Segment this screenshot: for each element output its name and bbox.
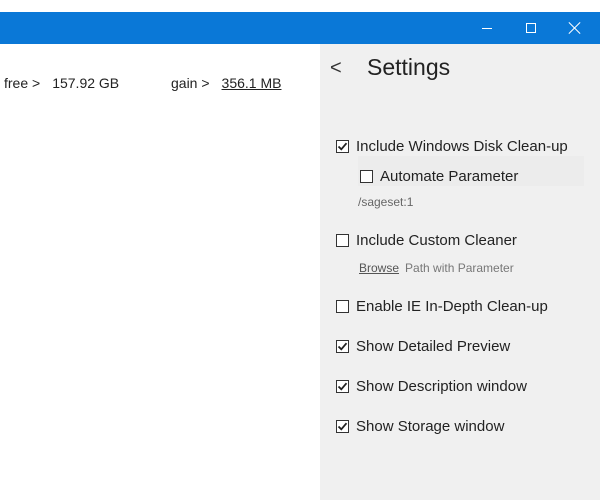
minimize-button[interactable] [464,12,510,44]
option-label: Include Custom Cleaner [356,232,517,249]
sageset-parameter: /sageset:1 [358,195,414,209]
main-panel: free > 157.92 GB gain > 356.1 MB [0,44,320,500]
path-hint: Path with Parameter [405,261,514,275]
free-space-stat: free > 157.92 GB [4,75,119,91]
browse-link[interactable]: Browse [359,261,399,275]
option-storage-window[interactable]: Show Storage window [336,418,504,435]
checkbox[interactable] [336,300,349,313]
option-label: Show Detailed Preview [356,338,511,355]
option-description-window[interactable]: Show Description window [336,378,527,395]
checkbox[interactable] [360,170,373,183]
gain-stat: gain > 356.1 MB [171,75,281,91]
close-button[interactable] [552,12,598,44]
gain-label: gain > [171,75,210,91]
custom-cleaner-path-row: Browse Path with Parameter [359,261,514,275]
option-label: Show Storage window [356,418,505,435]
option-detailed-preview[interactable]: Show Detailed Preview [336,338,510,355]
app-window: free > 157.92 GB gain > 356.1 MB < Setti… [0,12,600,500]
free-value: 157.92 GB [52,75,120,91]
checkbox[interactable] [336,340,349,353]
option-automate-parameter[interactable]: Automate Parameter [360,168,518,185]
option-windows-disk-cleanup[interactable]: Include Windows Disk Clean-up [336,138,568,155]
minimize-icon [482,27,492,29]
maximize-icon [526,23,536,33]
option-label: Include Windows Disk Clean-up [356,138,568,155]
back-button[interactable]: < [330,56,350,80]
option-custom-cleaner[interactable]: Include Custom Cleaner [336,232,517,249]
option-label: Enable IE In-Depth Clean-up [356,298,548,315]
settings-title: Settings [367,54,451,80]
close-icon [569,22,581,34]
maximize-button[interactable] [508,12,554,44]
checkbox[interactable] [336,380,349,393]
checkbox[interactable] [336,234,349,247]
settings-panel: < Settings Include Windows Disk Clean-up… [320,44,600,500]
option-label: Show Description window [356,378,527,395]
option-label: Automate Parameter [380,168,519,185]
title-bar [0,12,600,44]
checkbox[interactable] [336,420,349,433]
gain-value-link[interactable]: 356.1 MB [222,75,282,91]
option-ie-cleanup[interactable]: Enable IE In-Depth Clean-up [336,298,548,315]
free-label: free > [4,75,41,91]
checkbox[interactable] [336,140,349,153]
